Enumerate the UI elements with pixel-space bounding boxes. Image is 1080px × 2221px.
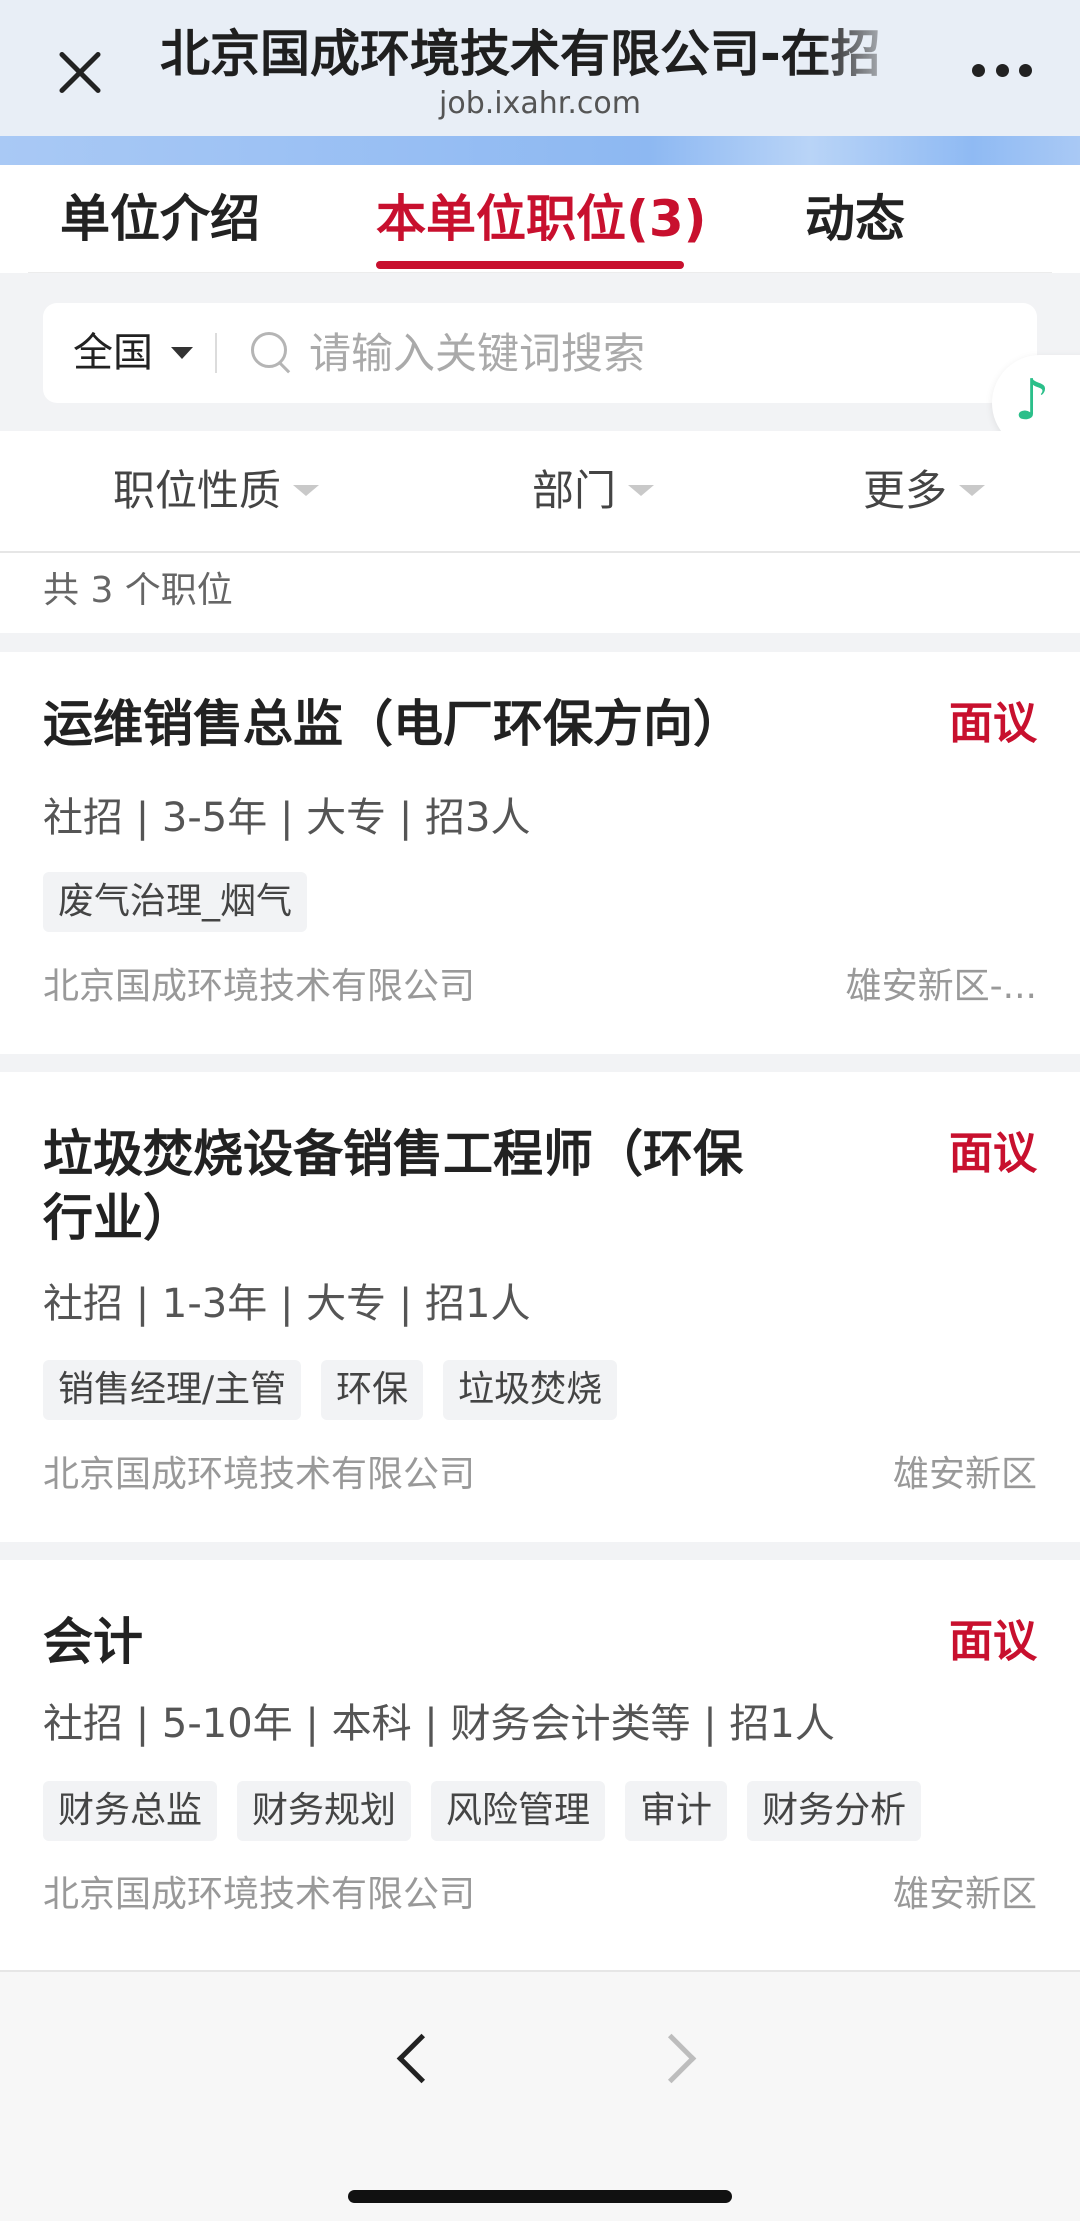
job-salary: 面议 xyxy=(949,698,1037,749)
page-title: 北京国成环境技术有限公司-在招 xyxy=(160,25,881,83)
job-tags: 销售经理/主管 环保 垃圾焚烧 xyxy=(43,1360,618,1420)
region-selector[interactable]: 全国 xyxy=(73,303,153,403)
filter-department[interactable]: 部门 xyxy=(532,431,655,551)
search-area: 全国 xyxy=(0,273,1080,431)
browser-bottom-bar xyxy=(0,1970,1080,2221)
job-salary: 面议 xyxy=(949,1128,1037,1179)
browser-header: 北京国成环境技术有限公司-在招 job.ixahr.com xyxy=(0,0,1080,165)
company-name: 北京国成环境技术有限公司 xyxy=(43,1454,476,1495)
job-tag: 风险管理 xyxy=(431,1781,606,1841)
job-title[interactable]: 垃圾焚烧设备销售工程师（环保行业） xyxy=(43,1122,783,1250)
header-banner-strip xyxy=(0,136,1080,165)
filter-label: 职位性质 xyxy=(113,466,282,515)
caret-down-icon[interactable] xyxy=(171,347,193,359)
filter-bar: 职位性质 部门 更多 xyxy=(0,431,1080,553)
tab-company-intro[interactable]: 单位介绍 xyxy=(60,165,260,273)
filter-more[interactable]: 更多 xyxy=(863,431,986,551)
job-tag: 财务总监 xyxy=(43,1781,218,1841)
job-card[interactable]: 运维销售总监（电厂环保方向） 面议 社招 | 3-5年 | 大专 | 招3人 废… xyxy=(0,652,1080,1054)
job-tag: 环保 xyxy=(321,1360,424,1420)
job-card[interactable]: 垃圾焚烧设备销售工程师（环保行业） 面议 社招 | 1-3年 | 大专 | 招1… xyxy=(0,1072,1080,1542)
filter-job-type[interactable]: 职位性质 xyxy=(113,431,320,551)
company-name: 北京国成环境技术有限公司 xyxy=(43,966,476,1007)
filter-label: 部门 xyxy=(532,466,617,515)
job-tag: 销售经理/主管 xyxy=(43,1360,302,1420)
caret-down-icon xyxy=(628,485,655,496)
job-tag: 废气治理_烟气 xyxy=(43,872,308,932)
caret-down-icon xyxy=(293,485,320,496)
job-count: 共 3 个职位 xyxy=(43,570,233,611)
job-tags: 财务总监 财务规划 风险管理 审计 财务分析 xyxy=(43,1781,922,1841)
caret-down-icon xyxy=(959,485,986,496)
music-note-icon: ♪ xyxy=(1014,368,1050,433)
filter-label: 更多 xyxy=(863,466,948,515)
job-tag: 审计 xyxy=(625,1781,728,1841)
job-meta: 社招 | 3-5年 | 大专 | 招3人 xyxy=(43,795,531,841)
tab-bar: 单位介绍 本单位职位(3) 动态 xyxy=(0,165,1080,274)
job-meta: 社招 | 5-10年 | 本科 | 财务会计类等 | 招1人 xyxy=(43,1701,835,1747)
job-card[interactable]: 会计 面议 社招 | 5-10年 | 本科 | 财务会计类等 | 招1人 财务总… xyxy=(0,1560,1080,1970)
chevron-left-icon[interactable] xyxy=(380,2027,440,2097)
job-title[interactable]: 会计 xyxy=(43,1610,783,1674)
active-tab-indicator xyxy=(376,261,684,269)
job-meta: 社招 | 1-3年 | 大专 | 招1人 xyxy=(43,1281,531,1327)
tab-company-jobs[interactable]: 本单位职位(3) xyxy=(376,165,707,273)
job-tag: 垃圾焚烧 xyxy=(443,1360,618,1420)
chevron-right-icon[interactable] xyxy=(650,2027,710,2097)
job-location: 雄安新区 xyxy=(892,1454,1037,1495)
job-salary: 面议 xyxy=(949,1616,1037,1667)
search-divider xyxy=(215,333,217,373)
job-title[interactable]: 运维销售总监（电厂环保方向） xyxy=(43,692,783,756)
title-wrap: 北京国成环境技术有限公司-在招 xyxy=(160,22,910,86)
company-name: 北京国成环境技术有限公司 xyxy=(43,1874,476,1915)
page-url: job.ixahr.com xyxy=(439,86,641,121)
job-tag: 财务分析 xyxy=(747,1781,922,1841)
search-icon xyxy=(251,332,293,374)
tab-updates[interactable]: 动态 xyxy=(805,165,905,273)
search-box: 全国 xyxy=(43,303,1037,403)
job-location: 雄安新区-... xyxy=(845,966,1037,1007)
job-location: 雄安新区 xyxy=(892,1874,1037,1915)
more-icon[interactable] xyxy=(972,64,1032,80)
search-input[interactable] xyxy=(309,323,1009,383)
job-count-bar: 共 3 个职位 xyxy=(0,553,1080,633)
job-tag: 财务规划 xyxy=(237,1781,412,1841)
home-indicator[interactable] xyxy=(348,2190,732,2203)
job-tags: 废气治理_烟气 xyxy=(43,872,308,932)
